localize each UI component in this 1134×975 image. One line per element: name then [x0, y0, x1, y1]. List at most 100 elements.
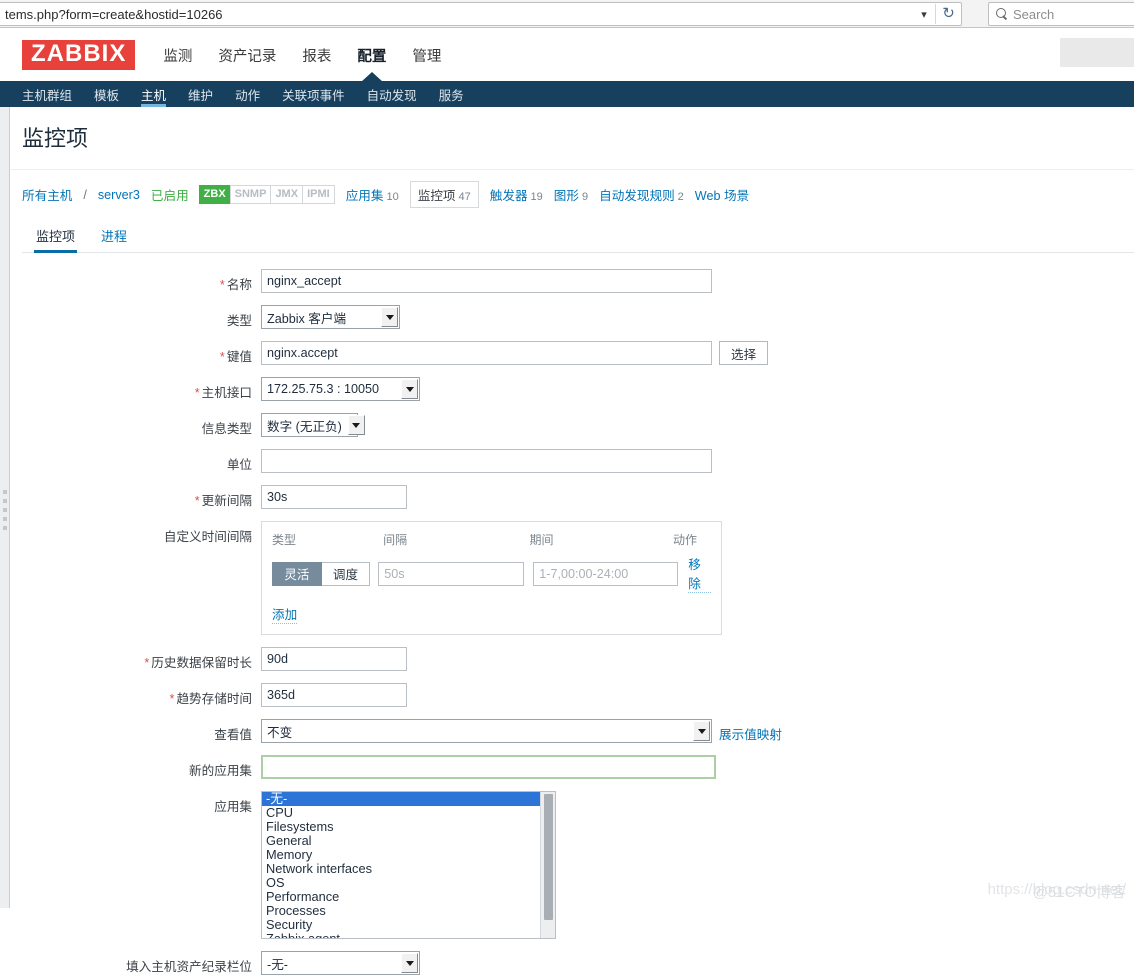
type-select[interactable]: Zabbix 客户端: [261, 305, 400, 329]
tab-0[interactable]: 监控项: [34, 222, 78, 253]
custom-intervals-table: 类型 间隔 期间 动作 灵活 调度 移除 添加: [261, 521, 722, 635]
period-input[interactable]: [533, 561, 679, 586]
zabbix-logo[interactable]: ZABBIX: [22, 40, 136, 70]
sub-nav-item-2[interactable]: 主机: [141, 81, 167, 107]
view-value-select[interactable]: 不变: [261, 719, 712, 743]
field-row-applications: 应用集 -无- CPU Filesystems General Memory Networ…: [11, 791, 1134, 939]
sub-nav-item-7[interactable]: 服务: [439, 81, 464, 107]
update-interval-input[interactable]: [261, 485, 407, 509]
label-units: 单位: [226, 458, 252, 472]
history-input[interactable]: [261, 647, 407, 671]
new-application-input[interactable]: [261, 755, 716, 779]
add-interval-link[interactable]: 添加: [272, 604, 298, 624]
required-marker: *: [194, 494, 200, 508]
tab-1[interactable]: 进程: [99, 222, 129, 252]
entity-link-5[interactable]: Web 场景: [695, 185, 749, 204]
field-row-info-type: 信息类型 数字 (无正负): [11, 413, 1134, 437]
applications-listbox[interactable]: -无- CPU Filesystems General Memory Network in…: [261, 791, 556, 939]
chevron-down-icon[interactable]: ▾: [913, 8, 935, 21]
listbox-scrollbar[interactable]: [540, 792, 555, 938]
inventory-field-select[interactable]: -无-: [261, 951, 420, 975]
breadcrumb-all-hosts[interactable]: 所有主机: [22, 185, 72, 204]
main-nav-item-2[interactable]: 报表: [302, 29, 331, 81]
sub-nav-item-5[interactable]: 关联项事件: [282, 81, 345, 107]
application-option[interactable]: General: [262, 834, 540, 848]
trends-input[interactable]: [261, 683, 407, 707]
breadcrumb-separator: /: [83, 187, 87, 202]
sub-nav-item-6[interactable]: 自动发现: [367, 81, 417, 107]
entity-link-2[interactable]: 触发器 19: [490, 185, 543, 204]
application-option[interactable]: Filesystems: [262, 820, 540, 834]
toggle-flexible[interactable]: 灵活: [272, 561, 322, 586]
sidebar-rail[interactable]: [0, 107, 10, 908]
application-option[interactable]: Processes: [262, 904, 540, 918]
sub-nav: 主机群组 模板 主机 维护 动作 关联项事件 自动发现 服务: [0, 81, 1134, 107]
host-status[interactable]: 已启用: [151, 185, 189, 204]
toggle-scheduling[interactable]: 调度: [321, 561, 371, 586]
label-custom-intervals: 自定义时间间隔: [163, 530, 252, 544]
field-row-view-value: 查看值 不变 展示值映射: [11, 719, 1134, 743]
interface-badges: ZBX SNMP JMX IPMI: [198, 185, 335, 204]
entity-link-label: 监控项: [417, 189, 456, 203]
sub-nav-item-4[interactable]: 动作: [235, 81, 260, 107]
application-option[interactable]: Network interfaces: [262, 862, 540, 876]
badge-jmx: JMX: [270, 185, 304, 204]
sub-nav-item-1[interactable]: 模板: [94, 81, 119, 107]
main-nav-item-1[interactable]: 资产记录: [218, 29, 276, 81]
info-type-select[interactable]: 数字 (无正负): [261, 413, 365, 437]
search-box[interactable]: Search: [988, 2, 1134, 26]
main-nav-item-3[interactable]: 配置: [357, 29, 386, 81]
entity-link-label: 触发器: [489, 189, 528, 203]
application-option[interactable]: OS: [262, 876, 540, 890]
field-row-trends: * 趋势存储时间: [11, 683, 1134, 707]
custom-intervals-header: 类型 间隔 期间 动作: [272, 531, 711, 548]
breadcrumb-host[interactable]: server3: [98, 188, 140, 202]
item-form: *名称 类型 Zabbix 客户端 *键值 选择: [11, 269, 1134, 975]
entity-link-count: 47: [458, 191, 471, 203]
key-input[interactable]: [261, 341, 712, 365]
application-option[interactable]: -无-: [262, 792, 540, 806]
drag-handle-icon[interactable]: [3, 490, 7, 530]
label-info-type: 信息类型: [201, 422, 252, 436]
application-option[interactable]: Performance: [262, 890, 540, 904]
sub-nav-item-0[interactable]: 主机群组: [22, 81, 72, 107]
name-input[interactable]: [261, 269, 712, 293]
required-marker: *: [219, 278, 225, 292]
main-nav-item-0[interactable]: 监测: [163, 29, 192, 81]
entity-link-count: 19: [530, 191, 543, 203]
main-nav-item-4[interactable]: 管理: [412, 29, 441, 81]
label-inventory: 填入主机资产纪录栏位: [126, 960, 252, 974]
interval-input[interactable]: [378, 561, 525, 586]
reload-icon[interactable]: ↻: [935, 4, 961, 24]
host-interface-select[interactable]: 172.25.75.3 : 10050: [261, 377, 420, 401]
label-key: * 键值: [219, 350, 252, 364]
application-option[interactable]: Memory: [262, 848, 540, 862]
scrollbar-thumb[interactable]: [543, 794, 553, 920]
sub-nav-item-3[interactable]: 维护: [188, 81, 213, 107]
entity-link-0[interactable]: 应用集 10: [346, 185, 399, 204]
form-tabs: 监控项 进程: [22, 222, 1134, 253]
entity-link-1[interactable]: 监控项 47: [409, 181, 479, 208]
application-option[interactable]: CPU: [262, 806, 540, 820]
view-value-text: 不变: [267, 725, 293, 740]
field-row-history: * 历史数据保留时长: [11, 647, 1134, 671]
column-action: 动作: [672, 533, 697, 547]
applications-options: -无- CPU Filesystems General Memory Network in…: [262, 792, 540, 938]
entity-link-label: 图形: [553, 189, 579, 203]
select-key-button[interactable]: 选择: [719, 341, 769, 365]
column-period: 期间: [529, 533, 554, 547]
required-marker: *: [144, 656, 150, 670]
units-input[interactable]: [261, 449, 712, 473]
value-mapping-link[interactable]: 展示值映射: [719, 719, 782, 743]
entity-link-4[interactable]: 自动发现规则 2: [599, 185, 684, 204]
application-option[interactable]: Security: [262, 918, 540, 932]
remove-interval-link[interactable]: 移除: [688, 554, 711, 593]
entity-link-3[interactable]: 图形 9: [554, 185, 588, 204]
application-option[interactable]: Zabbix agent: [262, 932, 540, 939]
label-applications: 应用集: [214, 800, 252, 814]
column-interval: 间隔: [383, 533, 408, 547]
page-title: 监控项: [22, 126, 89, 151]
entity-link-count: 10: [386, 191, 399, 203]
address-bar[interactable]: tems.php?form=create&hostid=10266 ▾ ↻: [0, 2, 962, 26]
label-trends: * 趋势存储时间: [169, 692, 252, 706]
